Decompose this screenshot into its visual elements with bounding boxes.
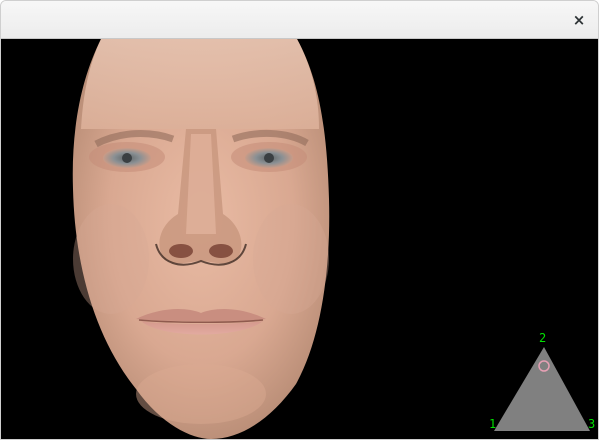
app-window: × 2 1 3 bbox=[0, 0, 599, 440]
title-bar[interactable]: × bbox=[1, 1, 598, 39]
3d-viewport[interactable]: 2 1 3 bbox=[1, 39, 598, 439]
vertex-label-2: 2 bbox=[539, 331, 547, 345]
forehead bbox=[81, 39, 319, 129]
close-icon[interactable]: × bbox=[568, 9, 590, 31]
triangle-selector[interactable]: 2 1 3 bbox=[486, 329, 598, 439]
vertex-label-3: 3 bbox=[588, 417, 596, 431]
vertex-label-1: 1 bbox=[489, 417, 497, 431]
triangle-shape[interactable] bbox=[486, 329, 598, 439]
